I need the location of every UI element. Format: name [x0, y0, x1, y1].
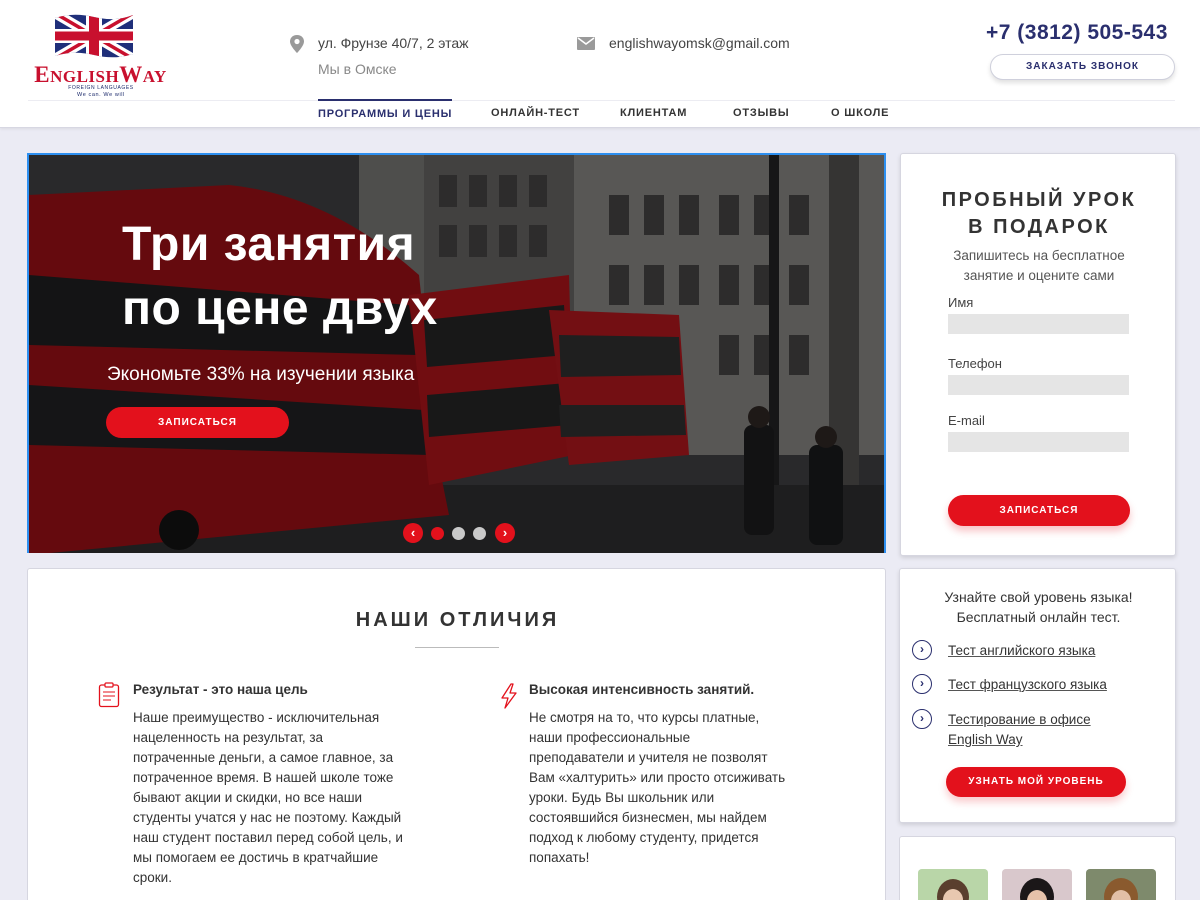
trial-signup-button[interactable]: ЗАПИСАТЬСЯ: [948, 495, 1130, 526]
envelope-icon: [577, 37, 595, 50]
name-field[interactable]: [948, 314, 1129, 334]
hero-subtitle: Экономьте 33% на изучении языка: [107, 364, 415, 385]
chevron-right-icon: ›: [912, 640, 932, 660]
link-label[interactable]: Тестирование в офисе English Way: [948, 710, 1123, 750]
uk-flag-icon: [55, 14, 133, 58]
email-label: E-mail: [948, 413, 985, 428]
slider-dot[interactable]: [452, 527, 465, 540]
phone-field[interactable]: [948, 375, 1129, 395]
slider-prev-button[interactable]: ‹: [403, 523, 423, 543]
differences-title: НАШИ ОТЛИЧИЯ: [355, 609, 560, 631]
hero-signup-button[interactable]: ЗАПИСАТЬСЯ: [106, 407, 289, 438]
teacher-photo-image: [918, 869, 988, 900]
phone-label: Телефон: [948, 356, 1002, 371]
feature-text: Не смотря на то, что курсы платные, наши…: [529, 710, 786, 865]
teacher-photo-image: [1002, 869, 1072, 900]
site-header: ENGLISHWAY FOREIGN LANGUAGES We can. We …: [0, 0, 1200, 128]
slider-next-button[interactable]: ›: [495, 523, 515, 543]
city-text: Мы в Омске: [318, 61, 397, 77]
nav-item-reviews[interactable]: ОТЗЫВЫ: [733, 99, 789, 127]
differences-section: НАШИ ОТЛИЧИЯ Результат - это наша цель Н…: [27, 568, 886, 900]
teacher-photo-image: [1086, 869, 1156, 900]
teachers-card: [899, 836, 1176, 900]
address-text: ул. Фрунзе 40/7, 2 этаж: [318, 35, 469, 51]
hero-title: Три занятия по цене двух: [122, 213, 622, 341]
hero-title-line: по цене двух: [122, 282, 438, 335]
nav-item-clients[interactable]: КЛИЕНТАМ: [620, 99, 687, 127]
trial-title: ПРОБНЫЙ УРОК В ПОДАРОК: [901, 187, 1177, 241]
lightning-icon: [501, 683, 517, 709]
chevron-right-icon: ›: [912, 674, 932, 694]
slider-dot[interactable]: [431, 527, 444, 540]
level-test-subtitle: Узнайте свой уровень языка! Бесплатный о…: [900, 587, 1177, 627]
level-test-subtitle-line: Узнайте свой уровень языка!: [944, 589, 1133, 605]
link-label[interactable]: Тест французского языка: [948, 675, 1158, 695]
title-divider: [415, 647, 499, 648]
level-test-subtitle-line: Бесплатный онлайн тест.: [956, 609, 1121, 625]
location-pin-icon: [290, 35, 304, 53]
englishway-logo[interactable]: ENGLISHWAY FOREIGN LANGUAGES We can. We …: [28, 12, 173, 98]
logo-tagline-top: FOREIGN LANGUAGES: [68, 85, 134, 91]
trial-title-line: В ПОДАРОК: [968, 216, 1110, 238]
trial-subtitle: Запишитесь на бесплатное занятие и оцени…: [953, 248, 1125, 283]
level-test-card: Узнайте свой уровень языка! Бесплатный о…: [899, 568, 1176, 823]
nav-item-about[interactable]: О ШКОЛЕ: [831, 99, 889, 127]
clipboard-icon: [98, 682, 120, 708]
feature-text: Наше преимущество - исключительная нацел…: [133, 710, 403, 885]
phone-number[interactable]: +7 (3812) 505-543: [986, 21, 1168, 45]
callback-button[interactable]: ЗАКАЗАТЬ ЗВОНОК: [990, 54, 1175, 80]
hero-title-line: Три занятия: [122, 218, 416, 271]
trial-title-line: ПРОБНЫЙ УРОК: [941, 189, 1137, 211]
teacher-photo[interactable]: [918, 869, 988, 900]
chevron-right-icon: ›: [912, 709, 932, 729]
main-nav: ПРОГРАММЫ И ЦЕНЫ ОНЛАЙН-ТЕСТ КЛИЕНТАМ ОТ…: [0, 99, 1200, 127]
feature-title: Результат - это наша цель: [133, 682, 308, 697]
teacher-photo[interactable]: [1002, 869, 1072, 900]
nav-item-online-test[interactable]: ОНЛАЙН-ТЕСТ: [491, 99, 580, 127]
logo-tagline: We can. We will: [77, 92, 125, 98]
link-label[interactable]: Тест английского языка: [948, 641, 1158, 661]
email-field[interactable]: [948, 432, 1129, 452]
name-label: Имя: [948, 295, 974, 310]
nav-item-programs[interactable]: ПРОГРАММЫ И ЦЕНЫ: [318, 99, 453, 127]
trial-lesson-form: ПРОБНЫЙ УРОК В ПОДАРОК Запишитесь на бес…: [900, 153, 1176, 556]
feature-title: Высокая интенсивность занятий.: [529, 682, 755, 697]
slider-dot[interactable]: [473, 527, 486, 540]
hero-slider: Три занятия по цене двух Экономьте 33% н…: [27, 153, 886, 553]
teacher-photo[interactable]: [1086, 869, 1156, 900]
email-link[interactable]: englishwayomsk@gmail.com: [609, 35, 790, 51]
slider-controls: ‹ ›: [403, 523, 515, 543]
find-level-button[interactable]: УЗНАТЬ МОЙ УРОВЕНЬ: [946, 767, 1126, 797]
